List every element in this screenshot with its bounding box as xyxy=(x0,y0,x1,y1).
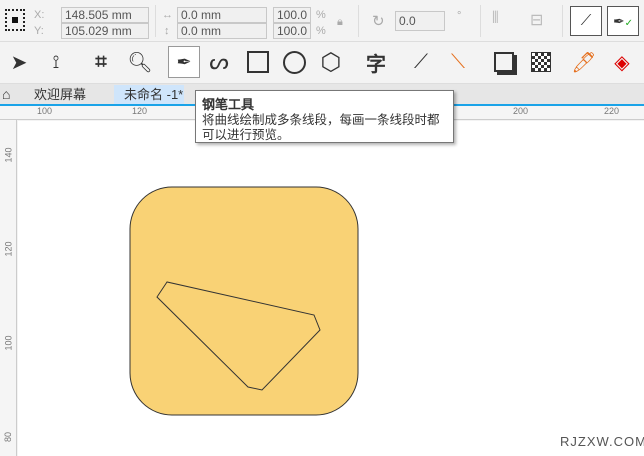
tooltip-body: 将曲线绘制成多条线段，每画一条线段时都可以进行预览。 xyxy=(202,113,440,142)
watermark: RJZXW.COM xyxy=(560,434,644,449)
tooltip-title: 钢笔工具 xyxy=(202,97,255,112)
canvas-shapes xyxy=(129,186,359,416)
pen-tool-tooltip: 钢笔工具 将曲线绘制成多条线段，每画一条线段时都可以进行预览。 xyxy=(195,90,454,143)
rounded-rectangle xyxy=(129,186,359,416)
